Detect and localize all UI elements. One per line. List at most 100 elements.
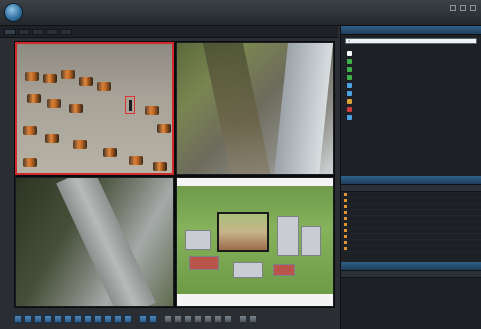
device-tree-item[interactable] [347,113,475,121]
cable-reel [23,126,37,135]
prev-page-icon[interactable] [139,314,147,323]
layout-8-icon[interactable] [44,314,52,323]
building [277,216,299,256]
column-header[interactable] [409,185,443,191]
cable-reel [73,140,87,149]
side-panel: ⚲ [340,26,481,329]
maximize-icon[interactable] [460,5,466,11]
layout-25-icon[interactable] [104,314,112,323]
device-tree-item[interactable] [347,89,475,97]
column-header[interactable] [341,185,409,191]
device-panel-header [341,26,481,35]
device-tree-item[interactable] [347,105,475,113]
window-controls [450,5,476,11]
layout-13-icon[interactable] [74,314,82,323]
device-tree-item[interactable] [347,65,475,73]
road [56,178,156,306]
layout-64-icon[interactable] [124,314,132,323]
cable-reel [45,134,59,143]
tab-2[interactable] [18,28,30,35]
camera-online-icon [347,66,352,72]
cable-reel [23,158,37,167]
camera-view-3[interactable] [15,177,174,307]
zoom-region[interactable] [217,212,269,252]
wall [274,43,333,174]
layout-36-icon[interactable] [114,314,122,323]
cable-reel [43,74,57,83]
encoder-icon [347,114,352,120]
column-header[interactable] [411,271,481,277]
alarm-icon [344,235,347,238]
ptz-icon[interactable] [249,314,257,323]
layout-16-icon[interactable] [84,314,92,323]
device-tree [341,47,481,123]
cable-reel [145,106,159,115]
title-bar [0,0,481,26]
alarm-icon[interactable] [239,314,247,323]
ptz-panel [341,262,481,278]
device-tree-item[interactable] [347,73,475,81]
alarm-icon [344,217,347,220]
tab-3[interactable] [32,28,44,35]
audio-icon[interactable] [194,314,202,323]
minimize-icon[interactable] [450,5,456,11]
snapshot-icon[interactable] [174,314,182,323]
cable-reel [157,124,171,133]
cable-reel [79,77,93,86]
alarm-icon [344,211,347,214]
building [301,226,321,256]
alarm-device-icon [347,106,352,112]
column-header[interactable] [341,271,411,277]
device-search-input[interactable]: ⚲ [345,38,477,44]
device-tree-item[interactable] [347,81,475,89]
device-tree-item[interactable] [347,49,475,57]
alarm-icon [344,247,347,250]
camera-view-2[interactable] [176,42,334,175]
event-panel [341,176,481,252]
event-list-header [341,185,481,192]
camera-view-4[interactable] [176,177,334,307]
alarm-icon [344,223,347,226]
tab-4[interactable] [46,28,58,35]
alarm-icon [344,193,347,196]
person-detection-box [125,96,135,114]
column-header[interactable] [443,185,481,191]
close-icon[interactable] [470,5,476,11]
building [273,264,295,276]
tab-1[interactable] [4,28,16,35]
settings-icon[interactable] [224,314,232,323]
tab-5[interactable] [60,28,72,35]
device-tree-item[interactable] [347,97,475,105]
camera-online-icon [347,74,352,80]
alarm-icon [344,229,347,232]
cable-reel [61,70,75,79]
layout-9-icon[interactable] [54,314,62,323]
camera-view-1[interactable] [15,42,174,175]
record-icon[interactable] [184,314,192,323]
ptz-list-header [341,271,481,278]
event-row[interactable] [341,246,481,252]
encoder-icon [347,90,352,96]
cable-reel [27,94,41,103]
layout-6-icon[interactable] [34,314,42,323]
next-page-icon[interactable] [149,314,157,323]
building [233,262,263,278]
site-map [177,186,333,294]
cable-reel [153,162,167,171]
fullscreen-icon[interactable] [204,314,212,323]
layout-4-icon[interactable] [24,314,32,323]
layout-1-icon[interactable] [14,314,22,323]
playback-toolbar [14,313,335,324]
encoder-icon [347,82,352,88]
layout-10-icon[interactable] [64,314,72,323]
building [189,256,219,270]
cable-reel [103,148,117,157]
stop-all-icon[interactable] [164,314,172,323]
layout-20-icon[interactable] [94,314,102,323]
app-logo-icon [4,3,23,22]
search-icon: ⚲ [348,39,351,43]
building [185,230,211,250]
device-tree-item[interactable] [347,57,475,65]
alarm-icon [344,199,347,202]
sequence-icon[interactable] [214,314,222,323]
